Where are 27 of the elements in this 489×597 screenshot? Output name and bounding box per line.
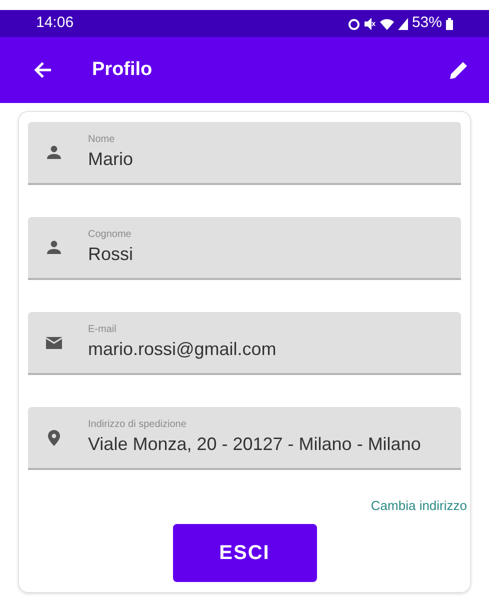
field-value: mario.rossi@gmail.com bbox=[88, 338, 276, 361]
status-time: 14:06 bbox=[36, 13, 74, 34]
signal-icon bbox=[398, 18, 408, 30]
back-arrow-icon[interactable] bbox=[34, 61, 52, 79]
field-label: Nome bbox=[88, 134, 116, 146]
alarm-icon bbox=[348, 18, 360, 30]
map-pin-icon bbox=[45, 428, 63, 446]
edit-pencil-icon[interactable] bbox=[449, 60, 469, 80]
wifi-icon bbox=[380, 18, 394, 30]
field-value: Mario bbox=[88, 148, 134, 170]
logout-button[interactable]: ESCI bbox=[172, 524, 316, 582]
battery-percent: 53% bbox=[412, 13, 442, 34]
field-label: E-mail bbox=[88, 324, 118, 336]
battery-icon bbox=[446, 18, 453, 30]
text-field[interactable]: Indirizzo di spedizione Viale Monza, 20 - 20127 - Milano - Milano bbox=[28, 407, 461, 470]
text-field[interactable]: Nome Mario bbox=[28, 122, 461, 185]
person-icon bbox=[45, 144, 63, 162]
person-icon bbox=[45, 238, 63, 256]
field-label: Indirizzo di spedizione bbox=[88, 418, 188, 430]
mute-icon bbox=[364, 18, 376, 30]
app-bar-title: Profilo bbox=[92, 58, 152, 82]
field-label: Cognome bbox=[88, 228, 132, 240]
text-field[interactable]: E-mail mario.rossi@gmail.com bbox=[28, 312, 461, 375]
field-value: Rossi bbox=[88, 242, 134, 266]
change-address-link[interactable]: Cambia indirizzo bbox=[370, 496, 467, 516]
text-field[interactable]: Cognome Rossi bbox=[28, 217, 461, 280]
field-value: Viale Monza, 20 - 20127 - Milano - Milano bbox=[88, 432, 421, 456]
